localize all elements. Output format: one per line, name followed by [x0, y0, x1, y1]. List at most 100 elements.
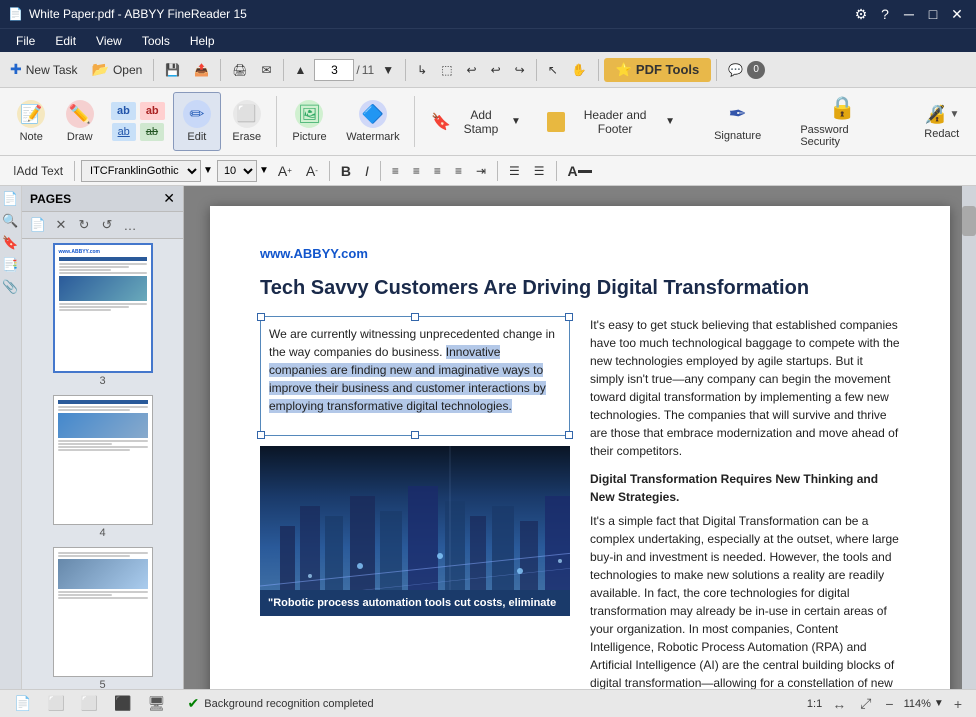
- left-col-para1: We are currently witnessing unprecedente…: [269, 325, 561, 415]
- indent-button[interactable]: ⇥: [471, 159, 491, 183]
- status-monitor-button[interactable]: 🖥: [144, 693, 170, 714]
- list-numbered-button[interactable]: ☰: [529, 159, 550, 183]
- app-title: White Paper.pdf - ABBYY FineReader 15: [29, 7, 247, 21]
- redo-button[interactable]: ↪: [509, 56, 531, 84]
- decrease-font-button[interactable]: A-: [301, 159, 323, 183]
- document-area[interactable]: www.ABBYY.com Tech Savvy Customers Are D…: [184, 186, 976, 689]
- pdf-tools-button[interactable]: ⭐ PDF Tools: [604, 58, 712, 82]
- password-security-tool[interactable]: 🔒 Password Security: [790, 91, 894, 152]
- save-button[interactable]: 💾: [159, 56, 186, 84]
- stamp-dropdown-icon: ▼: [511, 116, 521, 127]
- text-color-button[interactable]: A: [563, 159, 597, 183]
- close-button[interactable]: ✕: [946, 3, 968, 25]
- next-page-button[interactable]: ▼: [376, 56, 400, 84]
- fit-page-button[interactable]: ⤢: [856, 693, 875, 714]
- edit-tool[interactable]: ✏ Edit: [173, 92, 221, 151]
- zoom-increase-button[interactable]: +: [950, 694, 966, 714]
- comment-badge: 0: [747, 61, 765, 79]
- print-button[interactable]: 🖨: [226, 56, 253, 84]
- highlight-ab-2[interactable]: ab: [140, 102, 165, 120]
- new-task-button[interactable]: ✚ New Task: [4, 56, 84, 84]
- menu-help[interactable]: Help: [180, 32, 225, 50]
- minimize-button[interactable]: ─: [898, 3, 920, 25]
- sidebar-close-button[interactable]: ✕: [163, 190, 175, 207]
- open-button[interactable]: 📂 Open: [86, 56, 149, 84]
- export-button[interactable]: 📤: [188, 56, 215, 84]
- align-center-button[interactable]: ≡: [408, 159, 425, 183]
- watermark-tool[interactable]: 🔷 Watermark: [338, 92, 408, 151]
- sidebar-rotate-cw-button[interactable]: ↻: [74, 215, 94, 235]
- zoom-decrease-button[interactable]: −: [881, 694, 897, 714]
- menu-file[interactable]: File: [6, 32, 45, 50]
- strikethrough-ab[interactable]: ab: [140, 123, 164, 141]
- page-thumb-4[interactable]: 4: [26, 395, 179, 539]
- increase-font-button[interactable]: A+: [273, 159, 297, 183]
- erase-tool[interactable]: ⬜ Erase: [223, 92, 270, 151]
- cursor-tool-button[interactable]: ↖: [542, 56, 564, 84]
- area-button[interactable]: ⬚: [435, 56, 458, 84]
- sidebar-new-page-button[interactable]: 📄: [28, 215, 48, 235]
- page-thumb-5[interactable]: 5: [26, 547, 179, 689]
- zoom-dropdown-icon: ▼: [934, 698, 944, 709]
- pages-view-icon[interactable]: 📄: [2, 190, 20, 208]
- align-left-button[interactable]: ≡: [387, 159, 404, 183]
- layers-icon[interactable]: 📑: [2, 256, 20, 274]
- menu-view[interactable]: View: [86, 32, 132, 50]
- rotate-button[interactable]: ↩: [461, 56, 483, 84]
- font-name-select[interactable]: ITCFranklinGothic: [81, 160, 201, 182]
- page-thumb-3[interactable]: www.ABBYY.com 3: [26, 243, 179, 387]
- sidebar-delete-page-button[interactable]: ✕: [51, 215, 71, 235]
- list-bullet-button[interactable]: ☰: [504, 159, 525, 183]
- maximize-button[interactable]: □: [922, 3, 944, 25]
- text-box-selected[interactable]: We are currently witnessing unprecedente…: [260, 316, 570, 436]
- add-text-button[interactable]: Ⅰ Add Text: [8, 159, 68, 183]
- scrollbar-thumb[interactable]: [962, 206, 976, 236]
- sidebar-more-button[interactable]: …: [120, 215, 140, 235]
- toolbar-separator-4: [405, 59, 406, 81]
- draw-tool[interactable]: ✏️ Draw: [56, 92, 102, 151]
- select-tool-button[interactable]: ↳: [411, 56, 433, 84]
- page-thumb-image-3: www.ABBYY.com: [53, 243, 153, 373]
- email-button[interactable]: ✉: [255, 56, 277, 84]
- settings-icon-btn[interactable]: ⚙: [850, 3, 872, 25]
- help-icon-btn[interactable]: ?: [874, 3, 896, 25]
- color-underline: [578, 170, 592, 173]
- page-separator: /: [356, 63, 359, 77]
- prev-page-button[interactable]: ▲: [289, 56, 313, 84]
- align-justify-button[interactable]: ≡: [450, 159, 467, 183]
- header-footer-button[interactable]: Header and Footer ▼: [537, 104, 685, 140]
- add-stamp-button[interactable]: 🔖 Add Stamp ▼: [421, 104, 531, 140]
- bold-button[interactable]: B: [336, 159, 356, 183]
- pan-tool-button[interactable]: ✋: [566, 56, 593, 84]
- status-split-v-button[interactable]: ⬜: [43, 693, 68, 714]
- highlight-ab-1[interactable]: ab: [111, 102, 136, 120]
- picture-label: Picture: [292, 131, 326, 143]
- vertical-scrollbar[interactable]: [962, 186, 976, 689]
- bookmark-icon[interactable]: 🔖: [2, 234, 20, 252]
- text-highlight-tools[interactable]: ab ab ab ab: [105, 92, 171, 151]
- redact-tool[interactable]: 🔏 ▼ Redact: [915, 100, 968, 144]
- underline-ab-1[interactable]: ab: [112, 123, 136, 141]
- font-size-select[interactable]: 10: [217, 160, 257, 182]
- search-icon[interactable]: 🔍: [2, 212, 20, 230]
- comment-button[interactable]: 💬 0: [722, 56, 771, 84]
- undo-button[interactable]: ↩: [485, 56, 507, 84]
- attachments-icon[interactable]: 📎: [2, 278, 20, 296]
- note-tool[interactable]: 📝 Note: [8, 92, 54, 151]
- status-split-h-button[interactable]: ⬜: [77, 693, 102, 714]
- picture-icon: 🖼: [295, 100, 323, 128]
- edit-icon: ✏: [183, 100, 211, 128]
- align-right-button[interactable]: ≡: [429, 159, 446, 183]
- italic-button[interactable]: I: [360, 159, 374, 183]
- sidebar-header: PAGES ✕: [22, 186, 183, 212]
- signature-tool[interactable]: ✒ Signature: [706, 97, 770, 146]
- page-number-input[interactable]: 3: [314, 59, 354, 81]
- handle-tr: [565, 313, 573, 321]
- status-multi-button[interactable]: ⬛: [110, 693, 135, 714]
- picture-tool[interactable]: 🖼 Picture: [283, 92, 335, 151]
- sidebar-rotate-ccw-button[interactable]: ↺: [97, 215, 117, 235]
- status-page-icon-btn[interactable]: 📄: [10, 693, 35, 714]
- menu-edit[interactable]: Edit: [45, 32, 86, 50]
- fit-width-button[interactable]: ↔: [828, 694, 850, 714]
- menu-tools[interactable]: Tools: [132, 32, 180, 50]
